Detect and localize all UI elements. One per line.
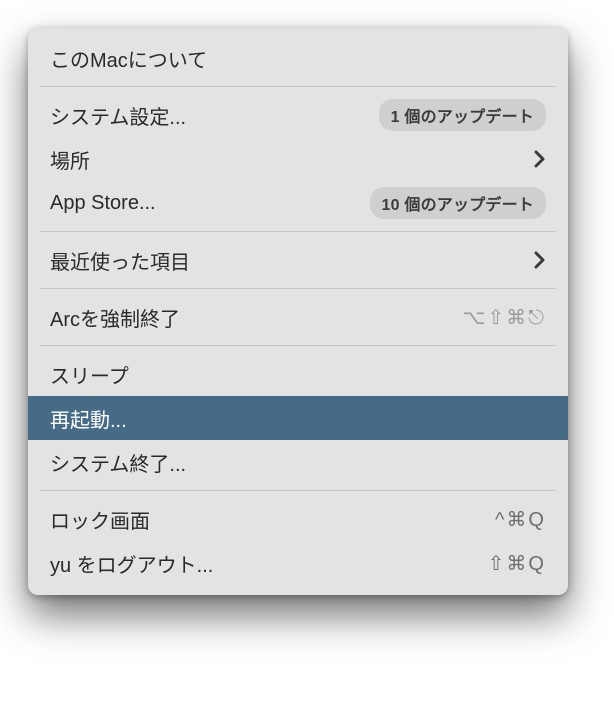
menu-item-label: このMacについて bbox=[50, 44, 546, 73]
menu-item-location[interactable]: 場所 bbox=[28, 137, 568, 181]
keyboard-shortcut: ⌥⇧⌘⎋ bbox=[462, 305, 546, 330]
update-badge: 10 個のアップデート bbox=[370, 187, 546, 219]
menu-item-label: 場所 bbox=[50, 145, 526, 174]
menu-item-label: 再起動... bbox=[50, 404, 546, 433]
menu-item-force-quit[interactable]: Arcを強制終了 ⌥⇧⌘⎋ bbox=[28, 295, 568, 339]
menu-item-sleep[interactable]: スリープ bbox=[28, 352, 568, 396]
menu-item-app-store[interactable]: App Store... 10 個のアップデート bbox=[28, 181, 568, 225]
menu-separator bbox=[40, 490, 556, 491]
menu-separator bbox=[40, 288, 556, 289]
menu-item-recent-items[interactable]: 最近使った項目 bbox=[28, 238, 568, 282]
keyboard-shortcut: ^⌘Q bbox=[495, 507, 546, 532]
menu-separator bbox=[40, 345, 556, 346]
chevron-right-icon bbox=[534, 150, 546, 168]
apple-menu: このMacについて システム設定... 1 個のアップデート 場所 App St… bbox=[28, 28, 568, 595]
chevron-right-icon bbox=[534, 251, 546, 269]
menu-item-label: Arcを強制終了 bbox=[50, 303, 454, 332]
menu-separator bbox=[40, 231, 556, 232]
menu-item-about-this-mac[interactable]: このMacについて bbox=[28, 36, 568, 80]
menu-item-label: スリープ bbox=[50, 360, 546, 389]
menu-item-shut-down[interactable]: システム終了... bbox=[28, 440, 568, 484]
menu-item-restart[interactable]: 再起動... bbox=[28, 396, 568, 440]
keyboard-shortcut: ⇧⌘Q bbox=[488, 551, 546, 576]
menu-item-log-out[interactable]: yu をログアウト... ⇧⌘Q bbox=[28, 541, 568, 585]
menu-item-label: ロック画面 bbox=[50, 505, 487, 534]
menu-item-label: 最近使った項目 bbox=[50, 246, 526, 275]
menu-separator bbox=[40, 86, 556, 87]
update-badge: 1 個のアップデート bbox=[379, 99, 546, 131]
menu-item-system-settings[interactable]: システム設定... 1 個のアップデート bbox=[28, 93, 568, 137]
menu-item-label: システム設定... bbox=[50, 101, 371, 130]
menu-item-label: yu をログアウト... bbox=[50, 549, 480, 578]
menu-item-lock-screen[interactable]: ロック画面 ^⌘Q bbox=[28, 497, 568, 541]
menu-item-label: システム終了... bbox=[50, 448, 546, 477]
menu-item-label: App Store... bbox=[50, 192, 362, 215]
